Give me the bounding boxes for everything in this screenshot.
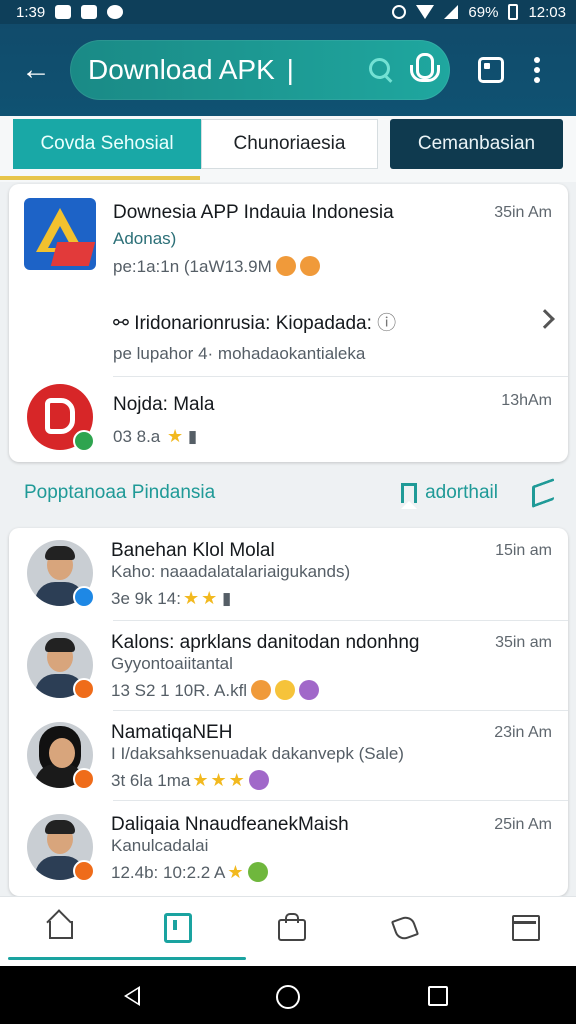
item-desc: I I/daksahksenuadak dakanvepk (Sale) — [111, 744, 404, 763]
signal-icon — [444, 5, 459, 19]
notification-icon — [55, 5, 72, 19]
verified-badge-icon — [73, 860, 95, 882]
tab-category-2[interactable]: Chunoriaesia — [201, 119, 378, 169]
item-meta: 3e 9k 14: ★ ★ ▮ — [111, 588, 232, 608]
status-time-left: 1:39 — [16, 3, 46, 21]
alarm-icon — [392, 5, 407, 19]
timestamp: 35in Am — [494, 204, 552, 221]
system-nav-bar — [0, 966, 576, 1024]
item-desc: Gyyontoaiitantal — [111, 654, 233, 673]
emoji-icon — [247, 862, 268, 882]
star-icon: ★ — [228, 770, 245, 790]
app-subtitle: Adonas) — [113, 229, 177, 248]
category-tabs: Covda Sehosial Chunoriaesia Cemanbasian — [0, 116, 576, 182]
item-desc: Kanulcadalai — [111, 836, 209, 855]
store-icon[interactable] — [162, 911, 192, 943]
wifi-icon — [416, 5, 435, 19]
back-arrow-icon[interactable]: ← — [14, 48, 58, 92]
emoji-icon — [299, 680, 320, 700]
shopping-bag-icon[interactable] — [276, 911, 306, 941]
star-icon: ★ — [192, 770, 209, 790]
featured-card: Downesia APP Indauia Indonesia Adonas) p… — [9, 184, 568, 462]
nav-indicator — [8, 957, 246, 960]
emoji-icon — [251, 680, 272, 700]
star-icon: ★ — [167, 426, 184, 446]
tab-category-1[interactable]: Covda Sehosial — [13, 119, 201, 169]
timestamp: 35in am — [495, 634, 552, 651]
timestamp: 25in Am — [494, 816, 552, 833]
timestamp: 13hAm — [501, 392, 552, 409]
details-title: ⚯ Iridonarionrusia: Kiopadada: ⓘ — [113, 313, 397, 334]
section-header: Popptanoaa Pindansia adorthail — [24, 477, 554, 509]
search-icon[interactable] — [368, 57, 394, 83]
star-icon: ★ — [201, 588, 218, 608]
speaker-icon[interactable] — [532, 477, 554, 509]
system-back-icon[interactable] — [124, 986, 140, 1006]
share-icon[interactable] — [390, 911, 420, 941]
list-item[interactable]: ⚯ Iridonarionrusia: Kiopadada: ⓘ pe lupa… — [9, 288, 568, 374]
verified-badge-icon — [73, 586, 95, 608]
section-title: Popptanoaa Pindansia — [24, 482, 216, 503]
section-link[interactable]: adorthail — [401, 482, 498, 509]
item-meta: 3t 6la 1ma ★ ★ ★ — [111, 770, 269, 791]
item-meta: 13 S2 1 10R. A.kfl — [111, 680, 320, 701]
item-name: Kalons: aprklans danitodan ndonhng — [111, 632, 420, 653]
app-meta: pe:1a:1n (1aW13.9M — [113, 256, 320, 277]
app-logo-icon — [24, 198, 96, 270]
verified-badge-icon — [73, 678, 95, 700]
timestamp: 23in Am — [494, 724, 552, 741]
link-icon: ⚯ — [113, 313, 129, 334]
verified-badge-icon — [73, 768, 95, 790]
notification-icon — [107, 5, 124, 19]
emoji-icon — [275, 680, 296, 700]
list-card: Banehan Klol Molal Kaho: naaadalatalaria… — [9, 528, 568, 896]
bookmark-icon: ▮ — [187, 427, 198, 446]
more-vertical-icon[interactable] — [534, 57, 540, 83]
emoji-icon — [275, 256, 296, 276]
app-meta: 03 8.a ★ ▮ — [113, 426, 198, 446]
battery-percent: 69% — [468, 3, 499, 21]
system-home-icon[interactable] — [276, 985, 300, 1009]
microphone-icon[interactable] — [408, 53, 440, 87]
item-meta: 12.4b: 10:2.2 A ★ — [111, 862, 268, 883]
item-name: Banehan Klol Molal — [111, 540, 275, 561]
bottom-nav — [0, 896, 576, 966]
list-item[interactable]: NamatiqaNEH I I/daksahksenuadak dakanvep… — [9, 710, 568, 800]
item-desc: Kaho: naaadalatalariaigukands) — [111, 562, 351, 581]
item-name: NamatiqaNEH — [111, 722, 233, 743]
tabs-icon[interactable] — [478, 57, 504, 83]
bookmark-icon: ▮ — [221, 589, 232, 608]
info-icon: ⓘ — [377, 313, 397, 334]
list-item[interactable]: Daliqaia NnaudfeanekMaish Kanulcadalai 1… — [9, 800, 568, 896]
details-meta: pe lupahor 4· mohadaokantialeka — [113, 344, 366, 363]
battery-icon — [508, 4, 519, 20]
item-name: Daliqaia NnaudfeanekMaish — [111, 814, 349, 835]
notification-icon — [81, 5, 98, 19]
search-input[interactable]: Download APK | — [70, 40, 450, 100]
list-item[interactable]: Downesia APP Indauia Indonesia Adonas) p… — [9, 184, 568, 284]
emoji-icon — [248, 770, 269, 790]
chevron-right-icon[interactable] — [535, 309, 555, 329]
list-item[interactable]: Banehan Klol Molal Kaho: naaadalatalaria… — [9, 528, 568, 620]
star-icon: ★ — [210, 770, 227, 790]
star-icon: ★ — [182, 588, 200, 608]
star-icon: ★ — [227, 862, 244, 882]
status-time-right: 12:03 — [528, 3, 566, 21]
tab-indicator — [0, 176, 200, 180]
tab-category-3[interactable]: Cemanbasian — [390, 119, 563, 169]
search-query[interactable]: Download APK | — [88, 54, 368, 86]
home-icon[interactable] — [46, 911, 76, 941]
list-item[interactable]: Kalons: aprklans danitodan ndonhng Gyyon… — [9, 620, 568, 710]
system-recents-icon[interactable] — [428, 986, 448, 1006]
app-title: Downesia APP Indauia Indonesia — [113, 202, 394, 223]
app-title: Nojda: Mala — [113, 394, 215, 415]
status-bar: 1:39 69% 12:03 — [0, 0, 576, 24]
timestamp: 15in am — [495, 542, 552, 559]
bookmark-icon — [401, 483, 418, 509]
verified-badge-icon — [73, 430, 95, 452]
calendar-icon[interactable] — [510, 911, 540, 941]
emoji-icon — [299, 256, 320, 276]
app-bar: ← Download APK | — [0, 24, 576, 116]
